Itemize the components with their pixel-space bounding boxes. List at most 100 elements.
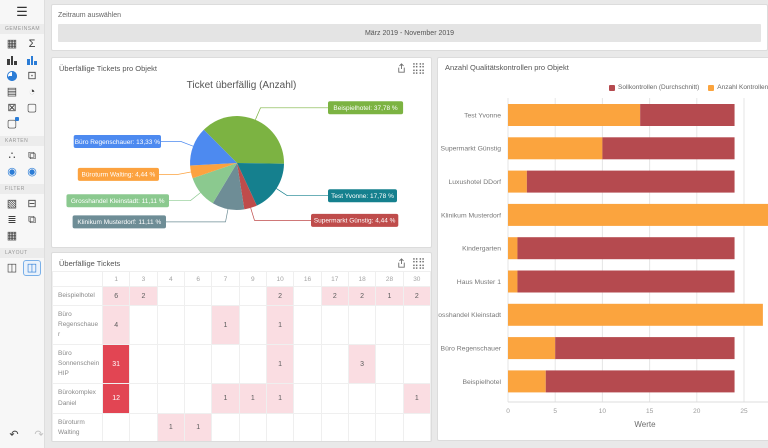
map-icon[interactable]: ▧ xyxy=(4,197,20,211)
table-cell xyxy=(129,305,158,346)
redo-icon[interactable]: ↷ xyxy=(31,428,47,442)
bar-segment-soll[interactable] xyxy=(517,270,735,293)
date-range-value: März 2019 - November 2019 xyxy=(364,29,455,37)
list-icon[interactable]: ≣ xyxy=(4,213,20,227)
table-cell xyxy=(183,285,213,307)
table-column-header: 10 xyxy=(265,271,295,287)
table-row: Büro Sonnenschein HIP 31 1 3 xyxy=(52,344,431,385)
card-image-icon[interactable]: ⊟ xyxy=(24,197,40,211)
bar-segment-soll[interactable] xyxy=(526,170,735,193)
table-row-label: Beispielhotel xyxy=(52,285,103,307)
table-cell: 1 xyxy=(238,383,267,414)
table-row-label: Bürokomplex Daniel xyxy=(52,383,103,414)
bar-segment-anzahl[interactable] xyxy=(508,203,768,226)
table-cell: 1 xyxy=(265,305,295,346)
pie-label-text: Büroturm Walting: 4,44 % xyxy=(81,172,155,179)
bar-category-label: Klinikum Musterdorf xyxy=(441,212,501,219)
expand-icon[interactable] xyxy=(413,258,424,269)
bar-segment-soll[interactable] xyxy=(517,237,735,260)
table-column-header: 6 xyxy=(183,271,213,287)
table-cell: 2 xyxy=(402,285,431,307)
bubble-icon[interactable]: ◉ xyxy=(4,165,20,179)
card-icon[interactable]: ▤ xyxy=(4,85,20,99)
image-badge-icon[interactable]: ▢ xyxy=(4,117,20,131)
table-cell xyxy=(293,412,322,441)
table-cell xyxy=(320,305,349,346)
bar-segment-anzahl[interactable] xyxy=(508,370,546,393)
undo-icon[interactable]: ↶ xyxy=(6,428,22,442)
pie-chart-icon[interactable] xyxy=(4,69,20,83)
pie-label-text: Test Yvonne: 17,78 % xyxy=(331,193,394,200)
table-cell: 1 xyxy=(265,344,295,385)
table-cell: 31 xyxy=(101,344,131,385)
bar-segment-soll[interactable] xyxy=(545,370,735,393)
image-icon[interactable]: ▢ xyxy=(24,101,40,115)
bar-segment-anzahl[interactable] xyxy=(508,303,763,326)
calendar-icon[interactable]: ▦ xyxy=(4,229,20,243)
table-cell xyxy=(347,412,377,441)
table-cell xyxy=(293,383,322,414)
bar-segment-anzahl[interactable] xyxy=(508,337,556,360)
table-row-label: Büro Regenschauer xyxy=(52,305,103,346)
bar-category-label: Luxushotel DDorf xyxy=(448,179,501,186)
pie-label-text: Beispielhotel: 37,78 % xyxy=(333,105,398,112)
overdue-tickets-table: 1 3 4 6 7 9 10 16 17 18 28 30 Beispielhotel 6 2 2 2 2 1 2 Bü… xyxy=(52,271,431,441)
overdue-tickets-pie-panel: Überfällige Tickets pro Objekt Ticket üb… xyxy=(51,57,432,248)
bar-segment-anzahl[interactable] xyxy=(508,270,518,293)
crop-frame-icon[interactable]: ⊠ xyxy=(4,101,20,115)
panel-title: Überfällige Tickets xyxy=(59,259,121,268)
table-row: Beispielhotel 6 2 2 2 2 1 2 xyxy=(52,285,431,307)
svg-text:20: 20 xyxy=(693,408,701,415)
bar-segment-anzahl[interactable] xyxy=(508,237,518,260)
export-icon[interactable] xyxy=(396,63,407,74)
sidebar-section-label: FILTER xyxy=(0,184,44,194)
svg-text:0: 0 xyxy=(506,408,510,415)
table-cell xyxy=(375,344,404,385)
bar-chart-icon[interactable] xyxy=(4,53,20,67)
layout-icon[interactable]: ◫ xyxy=(4,261,20,275)
bar-category-label: Supermarkt Günstig xyxy=(441,146,502,153)
table-corner-cell xyxy=(52,271,103,287)
table-row: Büroturm Walting 1 1 xyxy=(52,412,431,441)
bar-category-label: Grosshandel Kleinstadt xyxy=(438,312,501,319)
table-cell: 1 xyxy=(211,305,240,346)
table-column-header: 28 xyxy=(375,271,404,287)
table-cell: 12 xyxy=(101,383,131,414)
bar-xaxis-label: Werte xyxy=(634,420,656,429)
table-cell xyxy=(402,305,431,346)
layout-active-icon[interactable]: ◫ xyxy=(23,260,41,276)
bar-segment-anzahl[interactable] xyxy=(508,137,603,160)
windows-icon[interactable]: ⧉ xyxy=(24,213,40,227)
bar-segment-soll[interactable] xyxy=(555,337,735,360)
table-column-header: 9 xyxy=(238,271,267,287)
bar-segment-anzahl[interactable] xyxy=(508,170,527,193)
table-column-header: 1 xyxy=(101,271,131,287)
column-chart-icon[interactable] xyxy=(24,53,40,67)
time-filter-panel: Zeitraum auswählen März 2019 - November … xyxy=(51,4,768,51)
bar-segment-anzahl[interactable] xyxy=(508,104,641,126)
date-range-selector[interactable]: März 2019 - November 2019 xyxy=(58,24,761,42)
sidebar-section-label: KARTEN xyxy=(0,136,44,146)
bar-category-label: Beispielhotel xyxy=(462,379,501,386)
table-cell xyxy=(156,383,185,414)
table-cell xyxy=(293,305,322,346)
bar-segment-soll[interactable] xyxy=(602,137,735,160)
table-cell xyxy=(129,383,158,414)
bar-segment-soll[interactable] xyxy=(640,104,735,126)
bubble-2-icon[interactable]: ◉ xyxy=(24,165,40,179)
table-cell xyxy=(183,383,213,414)
export-icon[interactable] xyxy=(396,258,407,269)
scatter-frame-icon[interactable]: ⊡ xyxy=(24,69,40,83)
grid-icon[interactable]: ▦ xyxy=(4,37,20,51)
table-cell xyxy=(402,412,431,441)
bar-category-label: Büro Regenschauer xyxy=(441,346,502,353)
table-cell xyxy=(129,412,158,441)
layers-icon[interactable]: ⧉ xyxy=(24,149,40,163)
table-cell xyxy=(320,412,349,441)
hamburger-menu-icon[interactable]: ☰ xyxy=(0,0,44,22)
sum-icon[interactable]: Σ xyxy=(24,37,40,51)
expand-icon[interactable] xyxy=(413,63,424,74)
table-column-header: 7 xyxy=(211,271,240,287)
gauge-icon[interactable]: ◔ xyxy=(24,85,40,99)
scatter-icon[interactable]: ∴ xyxy=(4,149,20,163)
